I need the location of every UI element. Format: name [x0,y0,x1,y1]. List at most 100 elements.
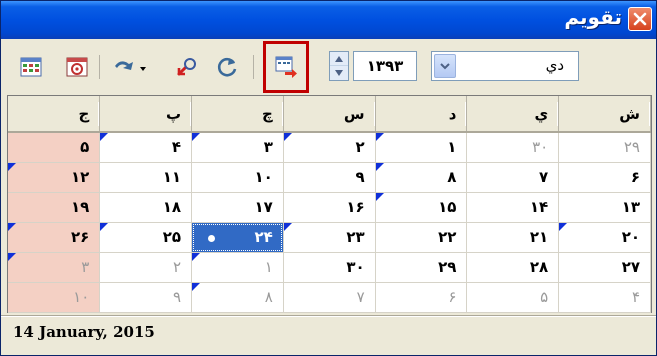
week-row: ۲۶ ۲۵ ۲۴ ۲۳ ۲۲ ۲۱ ۲۰ [8,222,651,253]
day-cell[interactable]: ۱۰ [191,162,284,193]
day-cell[interactable]: ۸ [375,162,468,193]
day-number: ۹ [355,168,365,186]
day-cell[interactable]: ۶ [558,162,651,193]
day-cell[interactable]: ۴ [558,282,651,313]
day-cell[interactable]: ۸ [191,282,284,313]
day-cell-selected[interactable]: ۲۴ [191,222,284,253]
day-cell[interactable]: ۳۰ [283,252,376,283]
day-cell[interactable]: ۲۱ [466,222,560,253]
close-button[interactable] [628,7,652,31]
status-date: 14 January, 2015 [13,323,155,341]
calendar-days: ۵ ۴ ۳ ۲ ۱ ۳۰ ۲۹ ۱۲ ۱۱ ۱۰ ۹ ۸ ۷ ۶ ۱۹ ۱۸ ۱۷ ۱۶ ۱۵ ۱۴ ۱۳ ۲۶ ۲۵ ۲۴ ۲… [8,132,651,313]
day-number: ۱۷ [254,198,273,216]
day-cell[interactable]: ۹ [283,162,376,193]
day-cell[interactable]: ۳۰ [466,132,560,163]
day-cell[interactable]: ۱۶ [283,192,376,223]
day-cell[interactable]: ۲۲ [375,222,468,253]
color-picker-button[interactable] [109,53,149,81]
day-cell[interactable]: ۱ [191,252,284,283]
week-row: ۵ ۴ ۳ ۲ ۱ ۳۰ ۲۹ [8,132,651,163]
day-number: ۲۱ [529,228,549,246]
week-row: ۳ ۲ ۱ ۳۰ ۲۹ ۲۸ ۲۷ [8,252,651,283]
day-cell[interactable]: ۲۸ [466,252,560,283]
day-number: ۴ [171,138,182,157]
day-number: ۱۰ [73,288,90,306]
day-number: ۳۰ [532,138,549,157]
undo-button[interactable] [173,53,201,81]
day-cell[interactable]: ۱۵ [375,192,468,223]
calendar-grid-button[interactable] [17,53,45,81]
day-number: ۲۴ [254,228,273,246]
month-dropdown-button[interactable] [434,54,456,78]
day-cell[interactable]: ۲ [283,132,376,163]
day-cell[interactable]: ۹ [99,282,193,313]
day-cell[interactable]: ۱۱ [99,162,193,193]
day-cell[interactable]: ۲ [99,252,193,283]
day-cell[interactable]: ۷ [466,162,560,193]
day-cell[interactable]: ۳ [8,252,101,283]
day-cell[interactable]: ۶ [375,282,468,313]
week-row: ۱۰ ۹ ۸ ۷ ۶ ۵ ۴ [8,282,651,313]
day-number: ۱۸ [162,198,182,216]
refresh-button[interactable] [213,53,241,81]
day-cell[interactable]: ۳ [191,132,284,163]
day-number: ۱۰ [254,168,273,186]
day-cell[interactable]: ۵ [466,282,560,313]
day-cell[interactable]: ۱۷ [191,192,284,223]
week-row: ۱۲ ۱۱ ۱۰ ۹ ۸ ۷ ۶ [8,162,651,193]
day-number: ۲۲ [438,228,457,246]
day-cell[interactable]: ۲۳ [283,222,376,253]
day-number: ۲ [355,138,365,157]
month-dropdown[interactable]: دي [431,51,579,81]
day-number: ۳ [263,138,273,157]
day-number: ۳ [81,258,90,276]
day-cell[interactable]: ۲۷ [558,252,651,283]
calendar-settings-button[interactable] [63,53,91,81]
day-number: ۶ [630,168,640,186]
day-cell[interactable]: ۱۸ [99,192,193,223]
day-number: ۱۶ [346,198,365,216]
day-number: ۲۸ [529,258,549,276]
day-cell[interactable]: ۴ [99,132,193,163]
today-dot-icon [208,234,216,242]
day-number: ۵ [540,288,549,306]
year-input[interactable]: ۱۳۹۳ [353,51,417,81]
day-cell[interactable]: ۲۵ [99,222,193,253]
chevron-down-icon [440,62,450,69]
day-cell[interactable]: ۲۹ [558,132,651,163]
day-number: ۲۳ [346,228,365,246]
day-number: ۶ [448,288,457,306]
day-number: ۵ [80,138,90,157]
color-picker-icon [115,61,146,71]
day-cell[interactable]: ۱۳ [558,192,651,223]
calendar-window: تقويم ۱۳۹۳ دي ج پ چ س د ي ش ۵ ۴ ۳ ۲ ۱ ۳۰… [0,0,657,356]
day-cell[interactable]: ۱۹ [8,192,101,223]
day-number: ۱ [264,258,273,276]
day-cell[interactable]: ۲۹ [375,252,468,283]
day-cell[interactable]: ۷ [283,282,376,313]
day-cell[interactable]: ۵ [8,132,101,163]
year-spinner[interactable] [329,51,349,81]
day-cell[interactable]: ۱۲ [8,162,101,193]
toolbar: ۱۳۹۳ دي [1,39,656,95]
day-number: ۱۵ [438,198,457,216]
calendar-grid-icon [20,57,42,77]
day-number: ۸ [264,288,273,306]
go-to-today-button[interactable] [272,53,300,81]
day-cell[interactable]: ۲۰ [558,222,651,253]
day-number: ۳۰ [346,258,365,276]
day-number: ۱۲ [70,168,90,186]
status-divider [1,315,656,317]
year-down-arrow[interactable] [330,66,348,80]
refresh-icon [217,57,237,77]
day-cell[interactable]: ۱۰ [8,282,101,313]
day-number: ۹ [173,288,182,306]
title-bar[interactable]: تقويم [1,1,656,39]
weekday-header: س [283,96,376,133]
day-cell[interactable]: ۱ [375,132,468,163]
day-number: ۱ [447,138,457,157]
year-up-arrow[interactable] [330,52,348,66]
day-cell[interactable]: ۱۴ [466,192,560,223]
day-cell[interactable]: ۲۶ [8,222,101,253]
weekday-header: پ [99,96,193,133]
